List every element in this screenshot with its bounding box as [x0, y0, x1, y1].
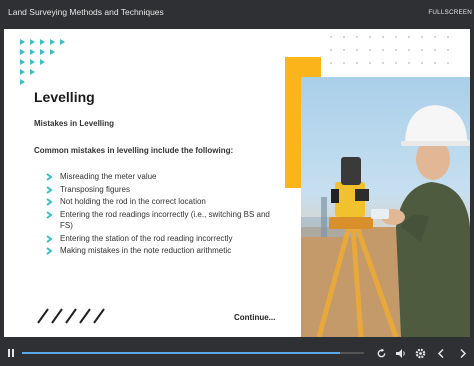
decorative-dot [356, 62, 358, 64]
decorative-dot [382, 62, 384, 64]
decorative-dot [356, 36, 358, 38]
decorative-dot [447, 62, 449, 64]
list-item-text: Not holding the rod in the correct locat… [60, 197, 206, 206]
decorative-dot [330, 36, 332, 38]
volume-icon[interactable] [395, 348, 407, 359]
replay-icon[interactable] [376, 348, 387, 359]
chevron-right-icon [46, 173, 53, 181]
decorative-dot [356, 49, 358, 51]
list-item: Entering the rod readings incorrectly (i… [44, 209, 274, 232]
settings-icon[interactable] [415, 348, 426, 359]
mistakes-list: Misreading the meter value Transposing f… [44, 171, 274, 258]
top-bar: Land Surveying Methods and Techniques FU… [0, 0, 474, 26]
decorative-dot [369, 36, 371, 38]
decorative-dot [421, 49, 423, 51]
chevron-right-icon [46, 185, 53, 194]
course-title: Land Surveying Methods and Techniques [8, 7, 164, 17]
fullscreen-button[interactable]: FULLSCREEN [428, 9, 472, 16]
decorative-dot [330, 62, 332, 64]
chevron-right-icon [46, 210, 53, 219]
surveyor-photo [301, 77, 470, 337]
decorative-dot [421, 62, 423, 64]
decorative-dot [330, 49, 332, 51]
decorative-dot [343, 62, 345, 64]
chevron-right-icon [46, 198, 53, 206]
list-item-text: Entering the rod readings incorrectly (i… [60, 209, 270, 231]
decorative-dot [434, 62, 436, 64]
slide-subheading: Mistakes in Levelling [34, 119, 115, 128]
next-icon[interactable] [458, 348, 468, 359]
intro-text: Common mistakes in levelling include the… [34, 146, 234, 155]
list-item: Making mistakes in the note reduction ar… [44, 245, 274, 257]
decorative-dot [434, 36, 436, 38]
slide: Levelling Mistakes in Levelling Common m… [4, 29, 470, 337]
decorative-dot [408, 36, 410, 38]
pause-icon[interactable] [6, 348, 16, 358]
decorative-dot [408, 49, 410, 51]
decorative-dot [421, 36, 423, 38]
decorative-dot [408, 62, 410, 64]
chevron-right-icon [46, 234, 53, 243]
list-item-text: Entering the station of the rod reading … [60, 233, 233, 243]
decorative-slashes [37, 308, 105, 324]
surveyor-illustration [301, 105, 470, 337]
list-item-text: Transposing figures [60, 184, 130, 194]
list-item: Entering the station of the rod reading … [44, 233, 274, 245]
progress-fill [22, 352, 341, 354]
list-item: Misreading the meter value [44, 171, 274, 183]
decorative-dot [395, 62, 397, 64]
list-item: Not holding the rod in the correct locat… [44, 196, 274, 208]
decorative-dot [343, 49, 345, 51]
decorative-dot [343, 36, 345, 38]
slide-heading: Levelling [34, 89, 95, 105]
list-item-text: Making mistakes in the note reduction ar… [60, 246, 232, 255]
decorative-dot [369, 49, 371, 51]
decorative-dot [447, 49, 449, 51]
decorative-dot [434, 49, 436, 51]
chevron-right-icon [46, 247, 53, 255]
list-item: Transposing figures [44, 184, 274, 196]
progress-track[interactable] [22, 352, 364, 354]
decorative-dot [447, 36, 449, 38]
decorative-dot [369, 62, 371, 64]
decorative-dot [382, 49, 384, 51]
decorative-dot [395, 36, 397, 38]
list-item-text: Misreading the meter value [60, 172, 157, 181]
decorative-dot [382, 36, 384, 38]
player-controls [0, 340, 474, 366]
continue-button[interactable]: Continue... [234, 313, 275, 322]
decorative-dot [395, 49, 397, 51]
previous-icon[interactable] [436, 348, 446, 359]
